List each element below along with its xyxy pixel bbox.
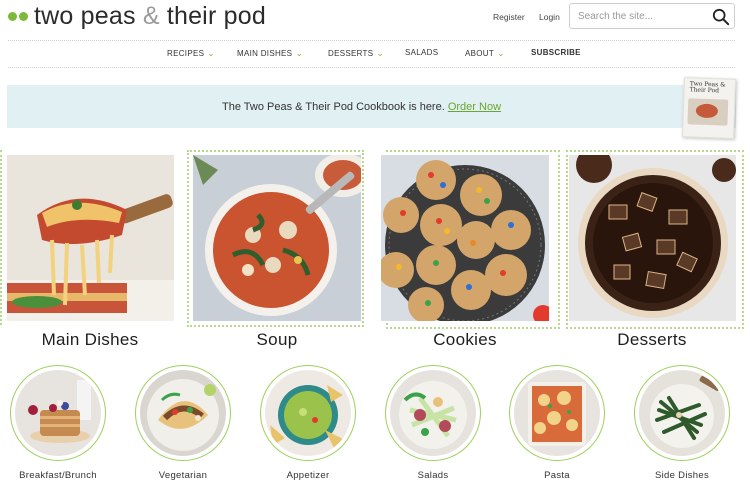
cookies-image[interactable] — [381, 155, 549, 321]
circle-label-pasta[interactable]: Pasta — [502, 470, 612, 481]
chevron-down-icon: ⌄ — [207, 48, 216, 58]
circle-label-breakfast-brunch[interactable]: Breakfast/Brunch — [3, 470, 113, 481]
circle-vegetarian[interactable] — [135, 365, 231, 461]
circle-appetizer[interactable] — [260, 365, 356, 461]
cookbook-cover-title: Two Peas & Their Pod — [689, 80, 726, 95]
nav-salads[interactable]: SALADS — [405, 48, 438, 57]
soup-image[interactable] — [193, 155, 361, 321]
header-divider — [8, 40, 735, 41]
site-header: two peas & their pod Register Login — [0, 0, 750, 40]
category-label-desserts[interactable]: Desserts — [557, 330, 747, 350]
register-link[interactable]: Register — [493, 12, 525, 22]
nav-divider — [8, 67, 735, 68]
chevron-down-icon: ⌄ — [295, 48, 304, 58]
order-now-link[interactable]: Order Now — [448, 101, 501, 113]
main-nav: RECIPES ⌄ MAIN DISHES ⌄ DESSERTS ⌄ SALADS A… — [0, 45, 750, 63]
nav-about[interactable]: ABOUT ⌄ — [465, 48, 505, 59]
logo-text: two peas & their pod — [34, 2, 266, 30]
peas-logo-icon — [8, 12, 28, 21]
nav-subscribe[interactable]: SUBSCRIBE — [531, 48, 581, 57]
desserts-image[interactable] — [569, 155, 736, 321]
search-box — [569, 3, 735, 29]
circle-salads[interactable] — [385, 365, 481, 461]
circle-label-side-dishes[interactable]: Side Dishes — [627, 470, 737, 481]
circle-label-vegetarian[interactable]: Vegetarian — [128, 470, 238, 481]
cookbook-cover-image[interactable]: Two Peas & Their Pod — [681, 77, 737, 139]
category-label-soup[interactable]: Soup — [182, 330, 372, 350]
main-dishes-image[interactable] — [7, 155, 174, 321]
circle-side-dishes[interactable] — [634, 365, 730, 461]
category-label-cookies[interactable]: Cookies — [370, 330, 560, 350]
circle-breakfast-brunch[interactable] — [10, 365, 106, 461]
banner-message: The Two Peas & Their Pod Cookbook is her… — [222, 101, 502, 113]
cookbook-banner: The Two Peas & Their Pod Cookbook is her… — [7, 85, 736, 128]
nav-main-dishes[interactable]: MAIN DISHES ⌄ — [237, 48, 303, 59]
search-input[interactable] — [570, 4, 721, 28]
circle-label-salads[interactable]: Salads — [378, 470, 488, 481]
circle-pasta[interactable] — [509, 365, 605, 461]
login-link[interactable]: Login — [539, 12, 560, 22]
circle-label-appetizer[interactable]: Appetizer — [253, 470, 363, 481]
search-icon[interactable] — [712, 8, 730, 26]
chevron-down-icon: ⌄ — [376, 48, 385, 58]
category-label-main-dishes[interactable]: Main Dishes — [0, 330, 185, 350]
nav-desserts[interactable]: DESSERTS ⌄ — [328, 48, 384, 59]
nav-recipes[interactable]: RECIPES ⌄ — [167, 48, 215, 59]
chevron-down-icon: ⌄ — [497, 48, 505, 58]
site-logo[interactable]: two peas & their pod — [8, 2, 266, 31]
